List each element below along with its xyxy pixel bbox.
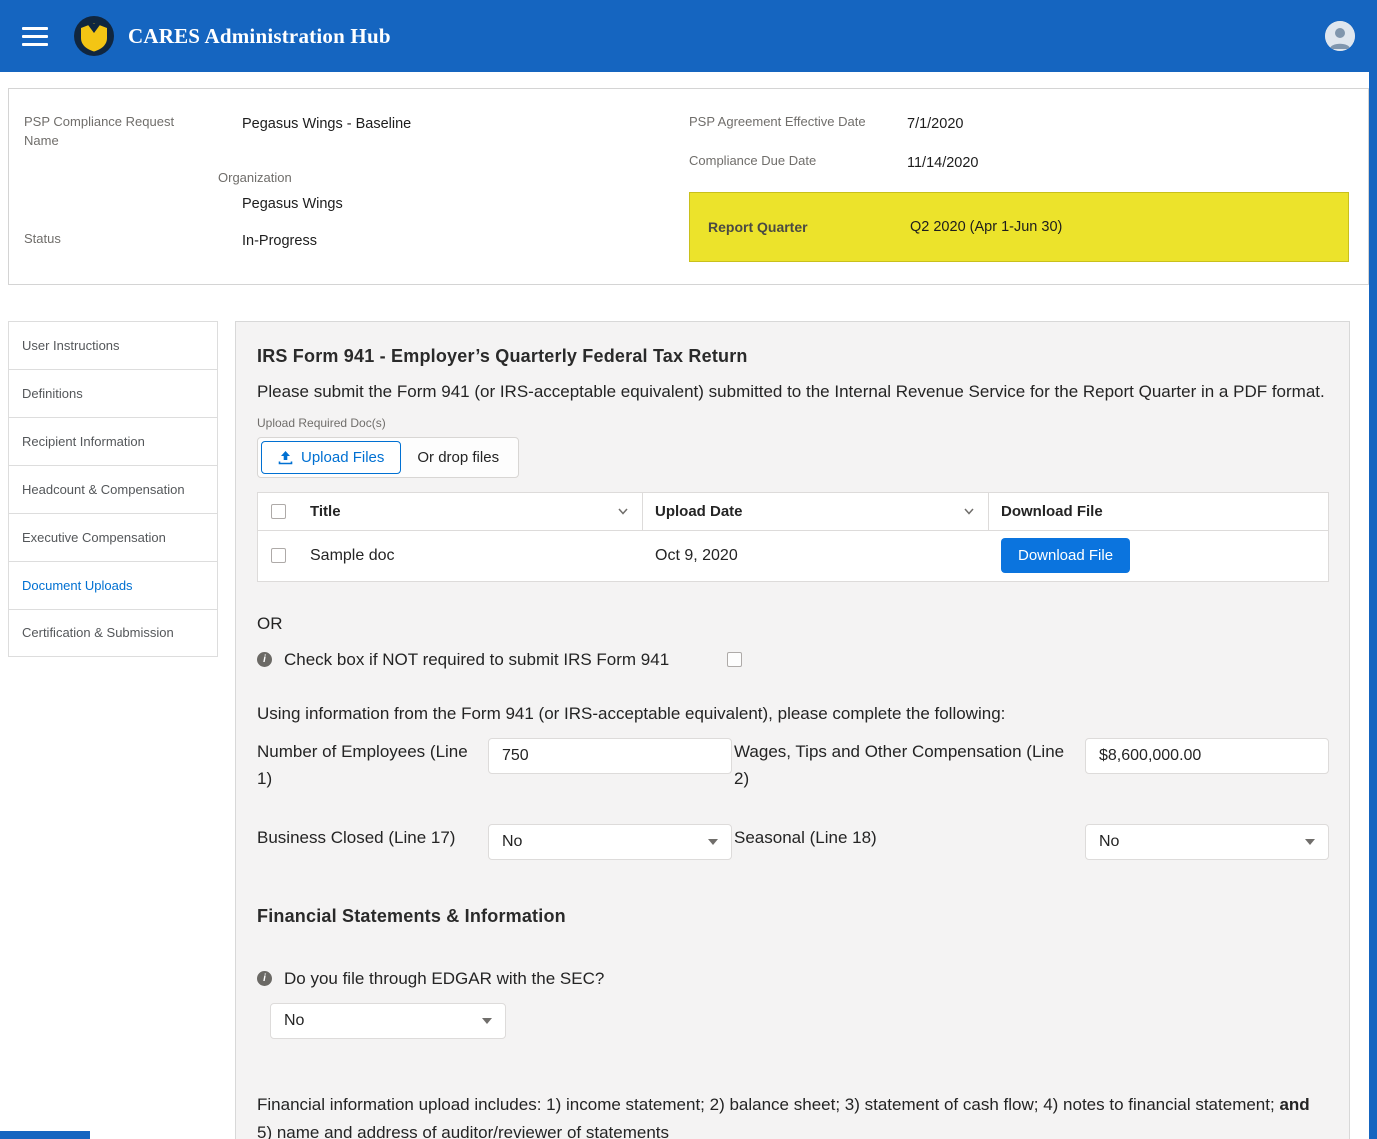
- due-date-field: Compliance Due Date 11/14/2020: [689, 152, 1354, 173]
- employees-label: Number of Employees (Line 1): [257, 738, 488, 792]
- upload-required-label: Upload Required Doc(s): [257, 416, 1329, 430]
- using-info-text: Using information from the Form 941 (or …: [257, 704, 1329, 724]
- employees-input[interactable]: [488, 738, 732, 774]
- download-column-label: Download File: [1001, 503, 1103, 520]
- dropdown-caret-icon: [708, 839, 718, 845]
- note-prefix: Financial information upload includes: 1…: [257, 1095, 1279, 1114]
- app-title: CARES Administration Hub: [128, 24, 391, 49]
- upload-files-button[interactable]: Upload Files: [261, 441, 401, 474]
- user-avatar[interactable]: [1325, 21, 1355, 51]
- request-name-field: PSP Compliance Request Name Pegasus Wing…: [24, 113, 689, 151]
- compliance-summary-card: PSP Compliance Request Name Pegasus Wing…: [8, 88, 1369, 285]
- chevron-down-icon[interactable]: [962, 504, 976, 518]
- wages-input[interactable]: [1085, 738, 1329, 774]
- edgar-question: Do you file through EDGAR with the SEC?: [284, 969, 604, 989]
- file-drop-zone[interactable]: Upload Files Or drop files: [257, 437, 519, 478]
- upload-icon: [278, 450, 293, 465]
- select-all-checkbox[interactable]: [271, 504, 286, 519]
- effective-date-field: PSP Agreement Effective Date 7/1/2020: [689, 113, 1354, 134]
- chevron-down-icon[interactable]: [616, 504, 630, 518]
- scrollbar-thumb[interactable]: [1369, 72, 1377, 1139]
- due-date-value: 11/14/2020: [907, 152, 1354, 173]
- report-quarter-highlight: Report Quarter Q2 2020 (Apr 1-Jun 30): [689, 192, 1349, 262]
- dropdown-caret-icon: [482, 1018, 492, 1024]
- sidebar-item-executive-compensation[interactable]: Executive Compensation: [8, 513, 218, 561]
- sidebar-item-definitions[interactable]: Definitions: [8, 369, 218, 417]
- drop-files-label: Or drop files: [401, 449, 515, 466]
- table-row: Sample doc Oct 9, 2020 Download File: [258, 531, 1328, 581]
- business-closed-select[interactable]: No: [488, 824, 732, 860]
- column-header-download-file: Download File: [989, 493, 1328, 530]
- not-required-row: i Check box if NOT required to submit IR…: [257, 650, 1329, 670]
- menu-icon[interactable]: [22, 27, 48, 46]
- organization-value: Pegasus Wings: [218, 193, 689, 214]
- form941-description: Please submit the Form 941 (or IRS-accep…: [257, 378, 1327, 406]
- dropdown-caret-icon: [1305, 839, 1315, 845]
- edgar-select[interactable]: No: [270, 1003, 506, 1039]
- effective-date-value: 7/1/2020: [907, 113, 1354, 134]
- doc-download-cell: Download File: [989, 538, 1328, 573]
- bottom-left-accent: [0, 1131, 90, 1139]
- column-header-title[interactable]: Title: [298, 493, 643, 530]
- organization-field: Organization Pegasus Wings: [218, 169, 689, 214]
- download-file-button[interactable]: Download File: [1001, 538, 1130, 573]
- title-column-label: Title: [310, 503, 341, 520]
- business-closed-label: Business Closed (Line 17): [257, 824, 488, 851]
- status-label: Status: [24, 230, 234, 251]
- seasonal-value: No: [1099, 833, 1119, 851]
- section-nav: User Instructions Definitions Recipient …: [8, 321, 218, 657]
- table-header-row: Title Upload Date Download File: [258, 493, 1328, 531]
- info-icon[interactable]: i: [257, 971, 272, 986]
- column-header-upload-date[interactable]: Upload Date: [643, 493, 989, 530]
- status-field: Status In-Progress: [24, 230, 689, 251]
- sidebar-item-headcount-compensation[interactable]: Headcount & Compensation: [8, 465, 218, 513]
- summary-right-column: PSP Agreement Effective Date 7/1/2020 Co…: [689, 113, 1354, 262]
- note-suffix: 5) name and address of auditor/reviewer …: [257, 1123, 669, 1139]
- seasonal-label: Seasonal (Line 18): [732, 824, 1085, 851]
- organization-label: Organization: [218, 169, 689, 188]
- not-required-label: Check box if NOT required to submit IRS …: [284, 650, 669, 670]
- form941-fields-grid: Number of Employees (Line 1) Wages, Tips…: [257, 738, 1329, 860]
- summary-left-column: PSP Compliance Request Name Pegasus Wing…: [24, 113, 689, 262]
- uploaded-docs-table: Title Upload Date Download File: [257, 492, 1329, 582]
- row-select-cell: [258, 548, 298, 563]
- doc-upload-date-cell: Oct 9, 2020: [643, 547, 989, 565]
- request-name-label: PSP Compliance Request Name: [24, 113, 194, 151]
- not-required-checkbox[interactable]: [727, 652, 742, 667]
- select-all-cell: [258, 504, 298, 519]
- edgar-question-row: i Do you file through EDGAR with the SEC…: [257, 969, 1329, 989]
- document-uploads-panel: IRS Form 941 - Employer’s Quarterly Fede…: [235, 321, 1350, 1139]
- sidebar-item-document-uploads[interactable]: Document Uploads: [8, 561, 218, 609]
- status-value: In-Progress: [242, 230, 689, 251]
- upload-files-label: Upload Files: [301, 449, 384, 466]
- sidebar-item-certification-submission[interactable]: Certification & Submission: [8, 609, 218, 657]
- effective-date-label: PSP Agreement Effective Date: [689, 113, 899, 134]
- row-select-checkbox[interactable]: [271, 548, 286, 563]
- financial-upload-note: Financial information upload includes: 1…: [257, 1091, 1327, 1139]
- app-header: CARES Administration Hub: [0, 0, 1377, 72]
- sidebar-item-user-instructions[interactable]: User Instructions: [8, 321, 218, 369]
- doc-title-cell: Sample doc: [298, 547, 643, 565]
- upload-date-column-label: Upload Date: [655, 503, 743, 520]
- wages-label: Wages, Tips and Other Compensation (Line…: [732, 738, 1085, 792]
- or-divider-text: OR: [257, 614, 1329, 634]
- sidebar-item-recipient-information[interactable]: Recipient Information: [8, 417, 218, 465]
- due-date-label: Compliance Due Date: [689, 152, 899, 173]
- app-logo-icon: [74, 16, 114, 56]
- seasonal-select[interactable]: No: [1085, 824, 1329, 860]
- request-name-value: Pegasus Wings - Baseline: [242, 113, 689, 151]
- note-bold: and: [1279, 1095, 1309, 1114]
- business-closed-value: No: [502, 833, 522, 851]
- form941-title: IRS Form 941 - Employer’s Quarterly Fede…: [257, 344, 1329, 368]
- report-quarter-value: Q2 2020 (Apr 1-Jun 30): [910, 219, 1330, 235]
- report-quarter-label: Report Quarter: [708, 219, 910, 235]
- financial-section-title: Financial Statements & Information: [257, 906, 1329, 927]
- edgar-value: No: [284, 1012, 304, 1030]
- info-icon[interactable]: i: [257, 652, 272, 667]
- content-row: User Instructions Definitions Recipient …: [8, 321, 1350, 1139]
